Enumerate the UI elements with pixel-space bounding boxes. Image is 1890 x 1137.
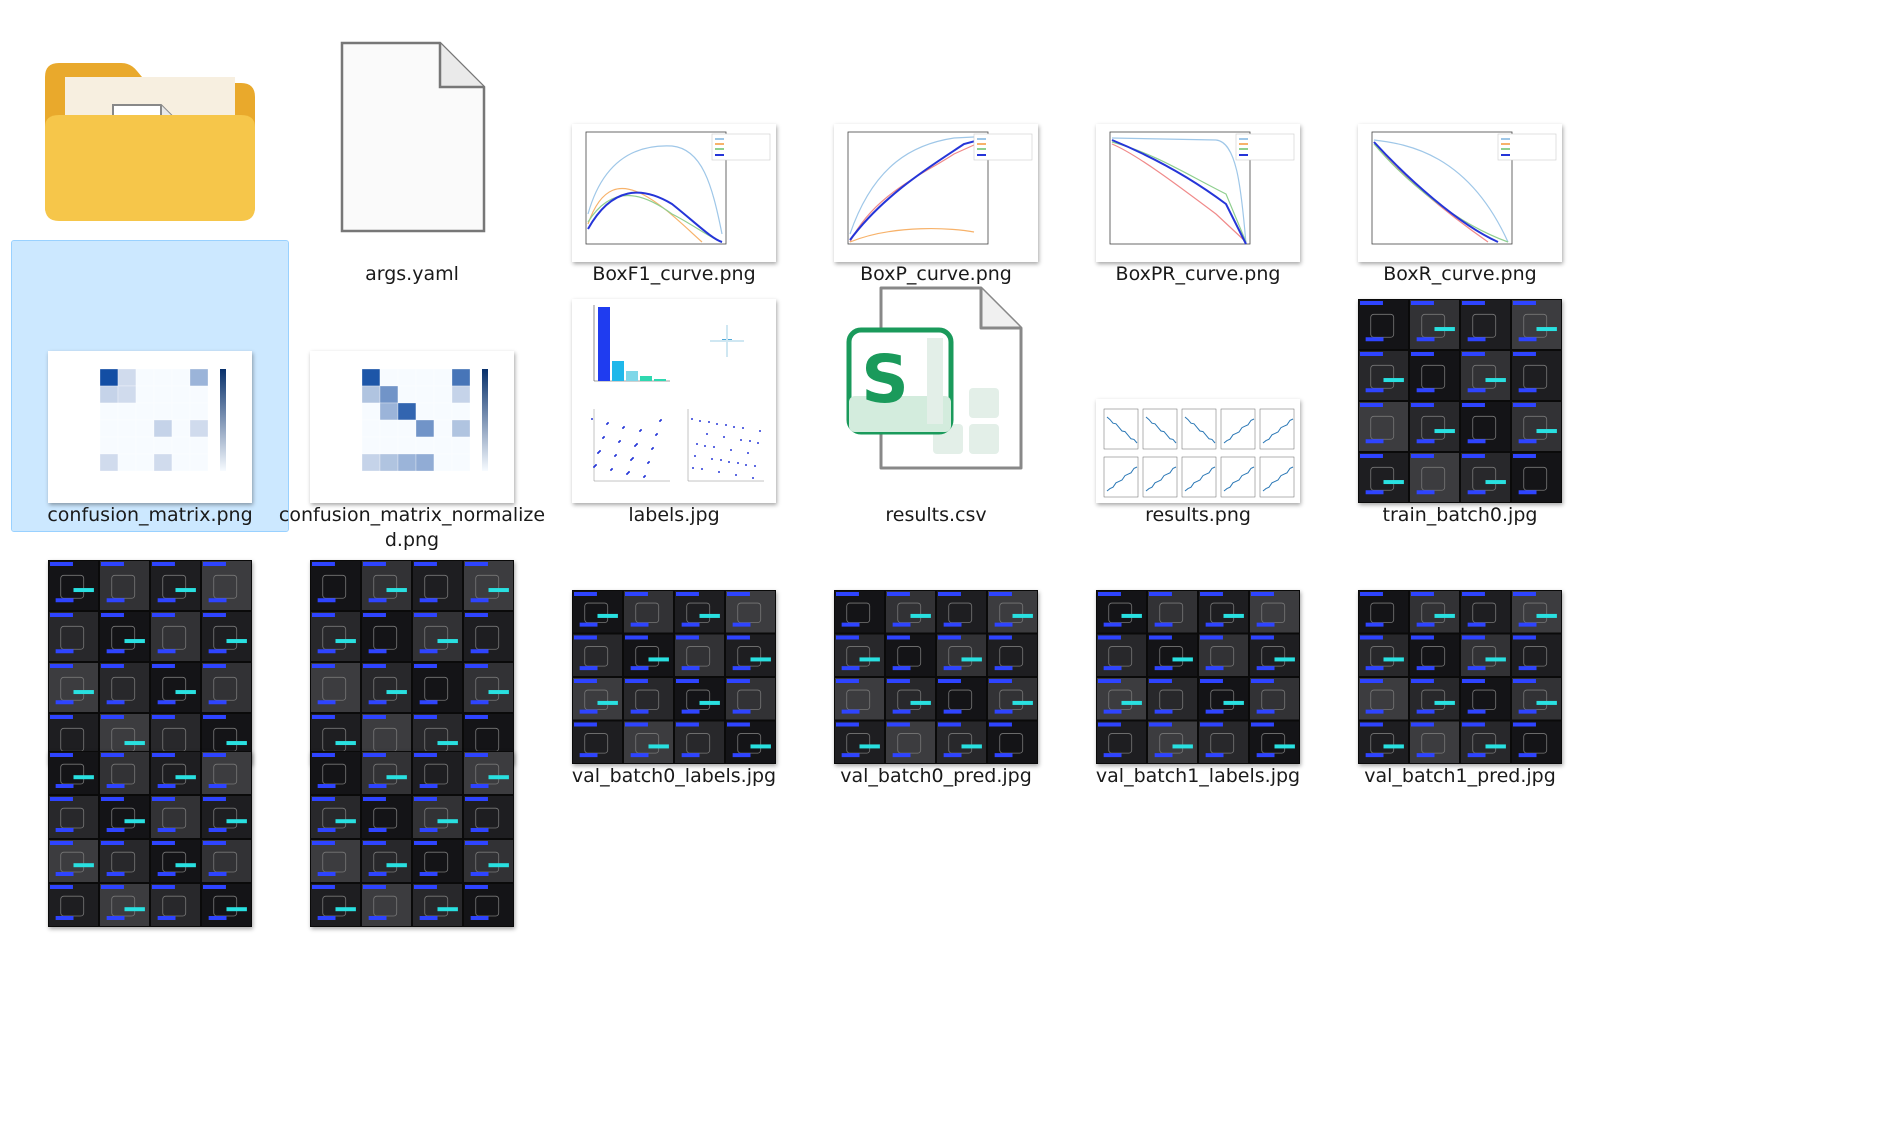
- batch-thumbnail-tall: [287, 514, 537, 764]
- batch-thumbnail-tall: [25, 514, 275, 764]
- batch-thumbnail-wide: [1073, 514, 1323, 764]
- file-grid: weights args.yaml BoxF1_curve.png BoxP_c…: [11, 0, 1882, 1137]
- spreadsheet-icon: S: [811, 253, 1061, 503]
- file-item[interactable]: val_batch0_pred.jpg: [798, 502, 1074, 792]
- batch-thumbnail-wide: [549, 514, 799, 764]
- file-item[interactable]: train_batch0.jpg: [1322, 241, 1598, 531]
- svg-text:S: S: [861, 341, 909, 418]
- curve-plot-thumbnail: [811, 12, 1061, 262]
- matrix-thumbnail: [25, 253, 275, 503]
- matrix-thumbnail: [287, 253, 537, 503]
- file-item[interactable]: Sresults.csv: [798, 241, 1074, 531]
- batch-thumbnail-partial: [25, 751, 275, 1001]
- batch-thumbnail-wide: [1335, 514, 1585, 764]
- curve-plot-thumbnail: [1073, 12, 1323, 262]
- results-thumbnail: [1073, 253, 1323, 503]
- file-item[interactable]: labels.jpg: [536, 241, 812, 531]
- file-item[interactable]: confusion_matrix.png: [11, 240, 289, 532]
- file-item[interactable]: val_batch0_labels.jpg: [536, 502, 812, 792]
- file-item[interactable]: [274, 743, 550, 933]
- file-item[interactable]: [12, 743, 288, 933]
- file-name: val_batch0_labels.jpg: [571, 765, 777, 787]
- file-name: val_batch0_pred.jpg: [840, 765, 1032, 787]
- labels-thumbnail: [549, 253, 799, 503]
- batch-thumbnail-partial: [287, 751, 537, 1001]
- file-item[interactable]: val_batch1_pred.jpg: [1322, 502, 1598, 792]
- batch-thumbnail-wide: [811, 514, 1061, 764]
- folder-icon: [25, 12, 275, 262]
- file-item[interactable]: results.png: [1060, 241, 1336, 531]
- curve-plot-thumbnail: [1335, 12, 1585, 262]
- batch-thumbnail-tall: [1335, 253, 1585, 503]
- file-name: val_batch1_pred.jpg: [1364, 765, 1556, 787]
- blank-file-icon: [287, 12, 537, 262]
- curve-plot-thumbnail: [549, 12, 799, 262]
- file-name: val_batch1_labels.jpg: [1095, 765, 1301, 787]
- file-item[interactable]: confusion_matrix_normalized.png: [274, 241, 550, 551]
- file-item[interactable]: val_batch1_labels.jpg: [1060, 502, 1336, 792]
